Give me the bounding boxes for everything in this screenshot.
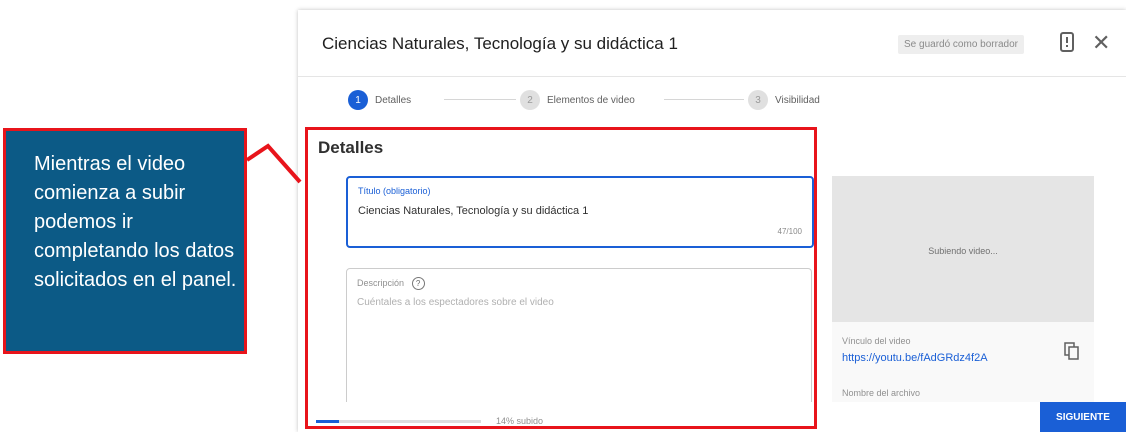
step-video-elements[interactable]: 2 Elementos de video: [520, 90, 635, 110]
video-side-panel: Subiendo video... Vínculo del video http…: [832, 176, 1094, 406]
step-connector: [664, 99, 744, 100]
close-icon[interactable]: ✕: [1092, 32, 1110, 54]
filename-label: Nombre del archivo: [842, 388, 921, 398]
step-number: 1: [348, 90, 368, 110]
step-number: 2: [520, 90, 540, 110]
step-number: 3: [748, 90, 768, 110]
step-details[interactable]: 1 Detalles: [348, 90, 411, 110]
highlight-box: [305, 127, 817, 429]
step-label: Elementos de video: [547, 94, 635, 106]
next-button[interactable]: SIGUIENTE: [1040, 402, 1126, 432]
phone-alert-icon[interactable]: [1060, 32, 1074, 57]
video-link[interactable]: https://youtu.be/fAdGRdz4f2A: [842, 352, 988, 364]
step-connector: [444, 99, 516, 100]
step-visibility[interactable]: 3 Visibilidad: [748, 90, 820, 110]
dialog-header: Ciencias Naturales, Tecnología y su didá…: [298, 10, 1126, 77]
draft-status-badge: Se guardó como borrador: [898, 35, 1024, 54]
callout-text: Mientras el video comienza a subir podem…: [34, 153, 237, 291]
preview-status: Subiendo video...: [928, 246, 998, 256]
dialog-title: Ciencias Naturales, Tecnología y su didá…: [322, 34, 678, 53]
upload-stepper: 1 Detalles 2 Elementos de video 3 Visibi…: [348, 90, 848, 120]
step-label: Visibilidad: [775, 94, 820, 106]
copy-icon[interactable]: [1064, 342, 1080, 365]
video-link-label: Vínculo del video: [842, 336, 911, 346]
step-label: Detalles: [375, 94, 412, 106]
callout-box: Mientras el video comienza a subir podem…: [3, 128, 247, 354]
video-preview: Subiendo video...: [832, 176, 1094, 322]
